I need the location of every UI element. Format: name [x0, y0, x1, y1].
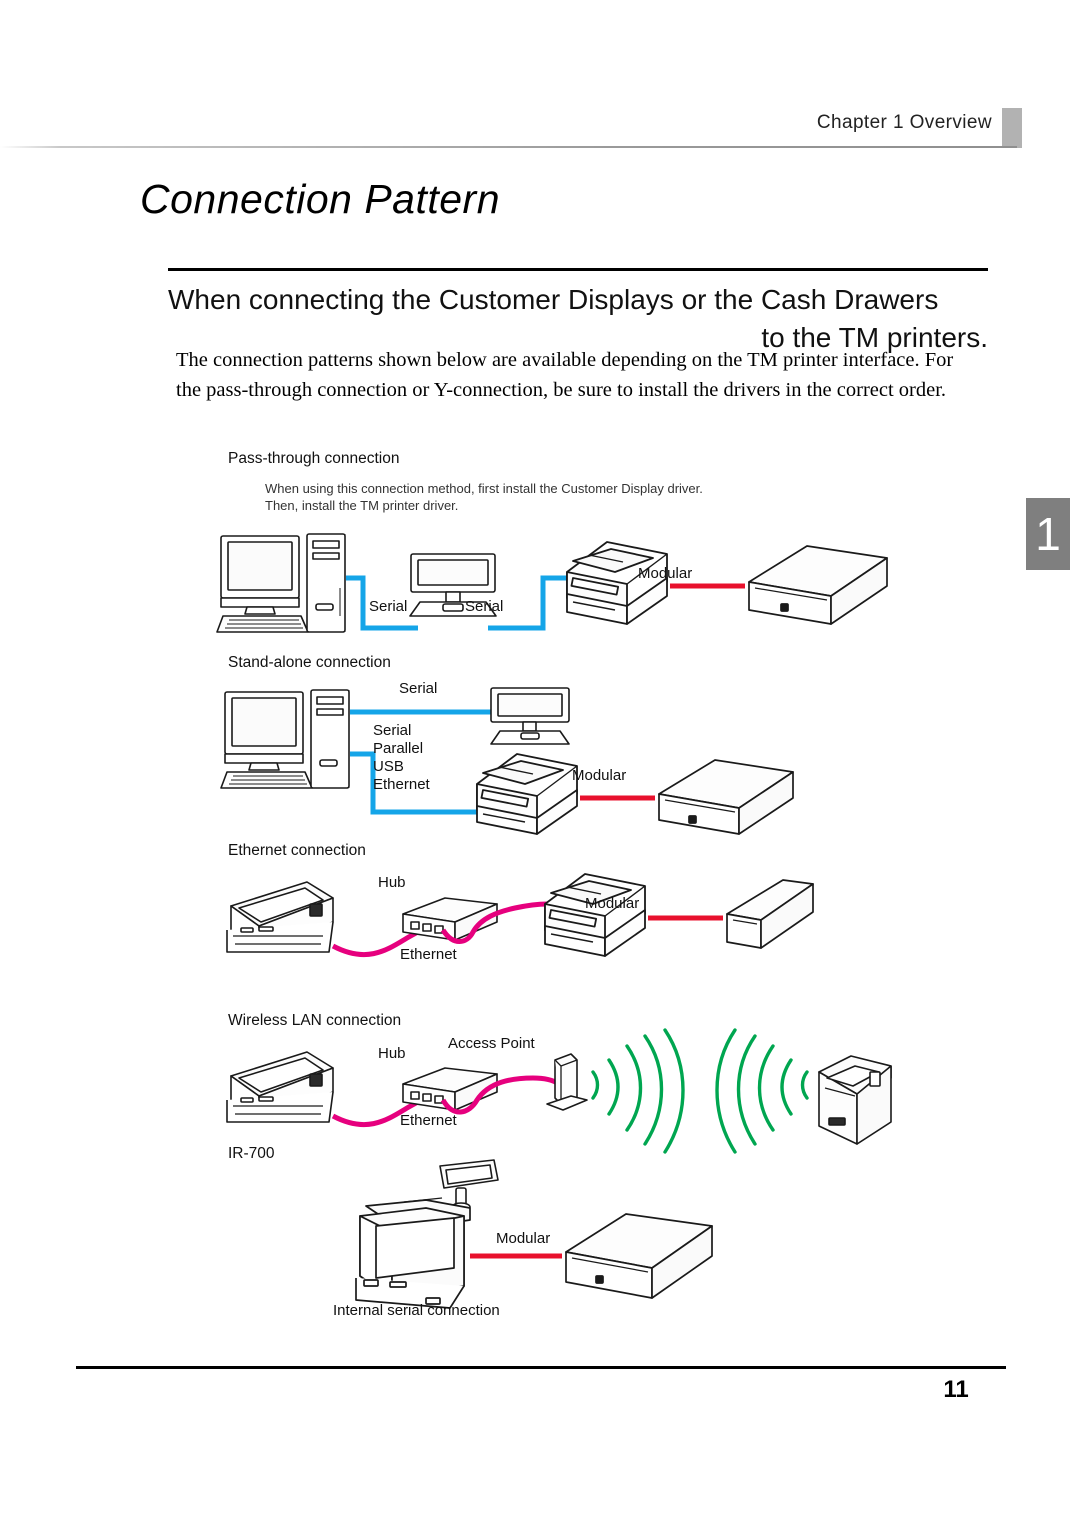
- header-divider: [0, 146, 1017, 148]
- page-header: Chapter 1 Overview: [0, 108, 1080, 152]
- ethernet-hub-label: Hub: [378, 874, 406, 891]
- ethernet-cable-label: Ethernet: [400, 946, 457, 963]
- intro-paragraph: The connection patterns shown below are …: [176, 349, 954, 401]
- wireless-access-point-label: Access Point: [448, 1035, 535, 1052]
- header-chapter-label: Chapter 1 Overview: [816, 112, 992, 133]
- wireless-illustration: [226, 1028, 892, 1154]
- stand-alone-illustration: [220, 687, 794, 835]
- ir700-modular-label: Modular: [496, 1230, 551, 1247]
- stand-alone-modular-label: Modular: [572, 767, 627, 784]
- stand-alone-interface-serial: Serial: [373, 722, 412, 739]
- pass-through-note-line-2: Then, install the TM printer driver.: [265, 498, 459, 513]
- header-tab-marker: [1002, 108, 1022, 148]
- pass-through-modular-label: Modular: [638, 565, 693, 582]
- ethernet-illustration: [226, 873, 814, 957]
- stand-alone-interface-ethernet: Ethernet: [373, 776, 430, 793]
- pass-through-note-line-1: When using this connection method, first…: [265, 481, 703, 496]
- wireless-hub-label: Hub: [378, 1045, 406, 1062]
- page-number: 11: [943, 1376, 969, 1403]
- stand-alone-interface-usb: USB: [373, 758, 404, 775]
- pass-through-serial-label-1: Serial: [369, 598, 408, 615]
- section-heading-rule: [168, 268, 988, 271]
- section-heading-line-1: When connecting the Customer Displays or…: [168, 284, 939, 315]
- ir700-title: IR-700: [228, 1145, 275, 1162]
- stand-alone-serial-label: Serial: [399, 680, 438, 697]
- pass-through-title: Pass-through connection: [228, 450, 400, 467]
- wireless-ethernet-label: Ethernet: [400, 1112, 457, 1129]
- page-title: Connection Pattern: [140, 176, 501, 222]
- connection-diagrams: Pass-through connection When using this …: [0, 440, 1080, 1340]
- stand-alone-interface-parallel: Parallel: [373, 740, 424, 757]
- pass-through-illustration: [216, 533, 888, 633]
- wireless-title: Wireless LAN connection: [228, 1012, 402, 1029]
- pass-through-serial-label-2: Serial: [465, 598, 504, 615]
- ethernet-modular-label: Modular: [585, 895, 640, 912]
- section-heading: When connecting the Customer Displays or…: [168, 268, 988, 357]
- ethernet-title: Ethernet connection: [228, 842, 366, 859]
- footer-divider: [76, 1366, 1006, 1369]
- ir700-caption: Internal serial connection: [333, 1302, 500, 1319]
- stand-alone-title: Stand-alone connection: [228, 654, 391, 671]
